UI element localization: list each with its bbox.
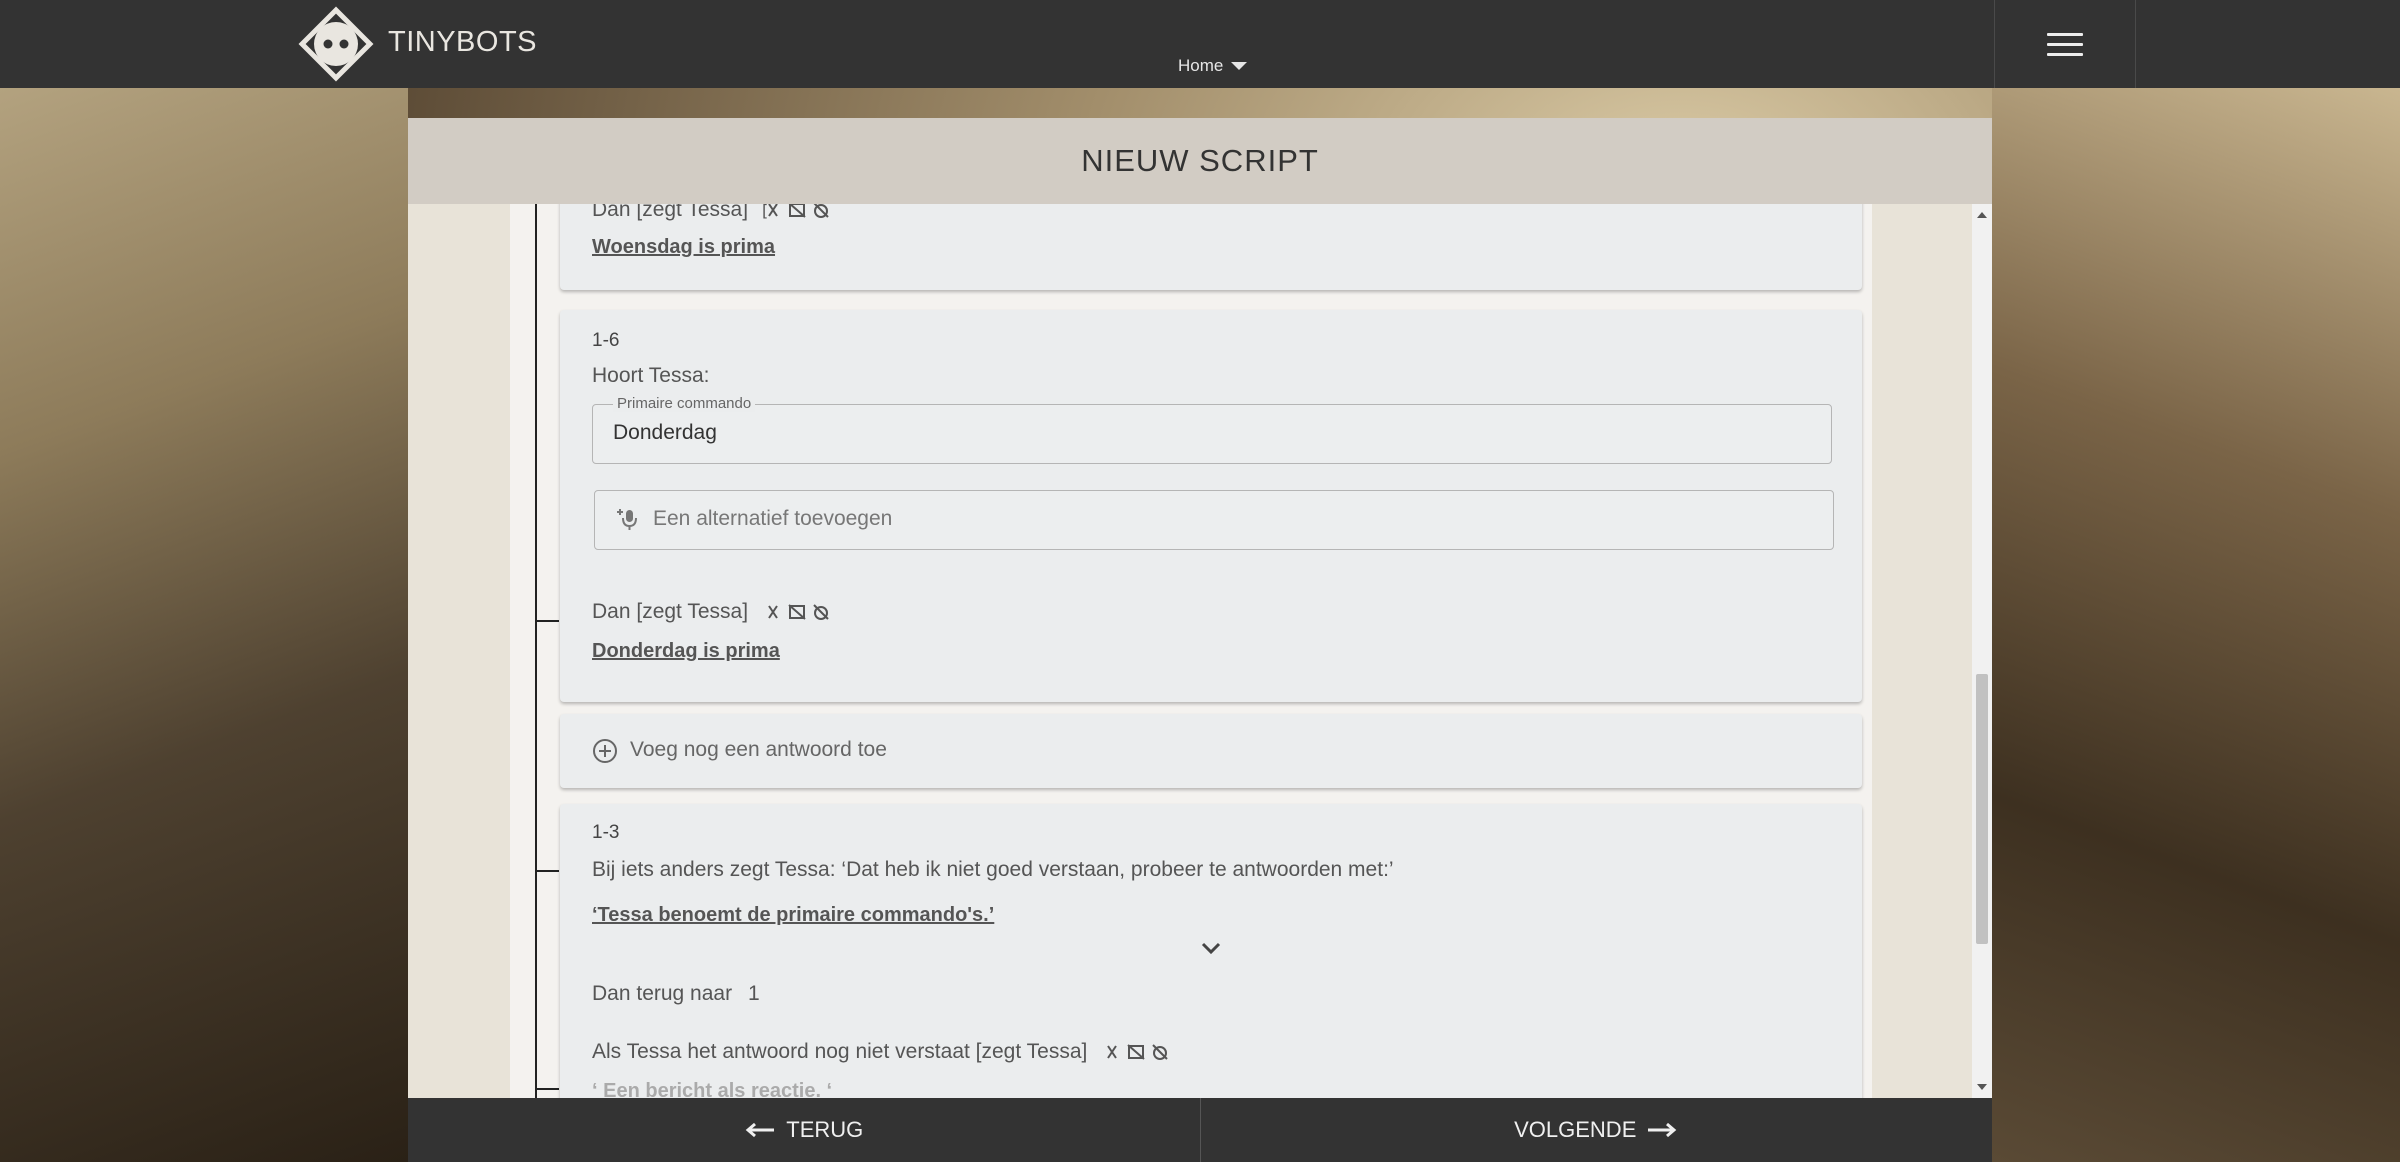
no-timer-icon[interactable] [810,602,832,622]
not-understood-label: Als Tessa het antwoord nog niet verstaat… [592,1040,1088,1063]
add-answer-label: Voeg nog een antwoord toe [630,738,887,761]
scroll-up-icon[interactable] [1977,212,1987,218]
response-icons [1101,1042,1171,1062]
tree-connector-line [535,204,537,1098]
primary-command-field[interactable]: Primaire commando Donderdag [592,395,1832,464]
no-dance-icon[interactable] [762,602,784,622]
primary-command-value: Donderdag [613,421,717,444]
response-icons: [ [762,204,832,220]
top-navbar: TINYBOTS Home [0,0,2400,88]
home-dropdown[interactable]: Home [1178,56,1248,76]
next-button[interactable]: VOLGENDE [1199,1098,1993,1162]
alternative-placeholder: Een alternatief toevoegen [653,507,893,530]
goto-label: Dan terug naar [592,982,733,1005]
no-dance-icon[interactable]: [ [762,204,784,220]
says-label: Dan [zegt Tessa] [592,204,749,221]
footer-nav: TERUG VOLGENDE [408,1098,1992,1162]
back-button[interactable]: TERUG [408,1098,1200,1162]
back-label: TERUG [786,1117,864,1142]
add-answer-button[interactable]: Voeg nog een antwoord toe [560,714,1862,788]
arrow-right-icon [1648,1122,1677,1138]
no-timer-icon[interactable] [810,204,832,220]
reaction-placeholder[interactable]: ‘ Een bericht als reactie. ‘ [592,1080,832,1098]
hamburger-menu-icon [2047,33,2083,57]
background-right [1992,88,2400,1162]
caret-down-icon [1231,62,1248,70]
svg-text:[: [ [762,204,768,220]
no-timer-icon[interactable] [1149,1042,1171,1062]
scrollbar-thumb[interactable] [1976,674,1988,944]
primary-commands-text[interactable]: ‘Tessa benoemt de primaire commando's.’ [592,904,994,927]
primary-command-label: Primaire commando [613,395,756,412]
node-id: 1-6 [592,330,620,351]
tree-tick [535,620,559,622]
tree-tick [535,1088,559,1090]
response-card-previous: Dan [zegt Tessa] [ Woensdag is prima [560,204,1862,290]
menu-button[interactable] [1994,0,2136,88]
fallback-text: Bij iets anders zegt Tessa: ‘Dat heb ik … [592,858,1394,881]
brand-name[interactable]: TINYBOTS [388,26,537,59]
add-mic-icon [617,509,637,530]
background-left [0,88,408,1162]
hears-label: Hoort Tessa: [592,364,710,387]
no-dance-icon[interactable] [1101,1042,1123,1062]
goto-target[interactable]: 1 [748,982,760,1005]
tinybots-logo-icon[interactable] [298,6,374,82]
add-circle-icon [593,739,617,763]
no-image-icon[interactable] [1125,1042,1147,1062]
says-label: Dan [zegt Tessa] [592,600,749,623]
node-id: 1-3 [592,822,620,843]
no-image-icon[interactable] [786,204,808,220]
page-title: NIEUW SCRIPT [408,118,1992,204]
next-label: VOLGENDE [1514,1117,1637,1142]
response-text[interactable]: Donderdag is prima [592,640,780,663]
vertical-scrollbar[interactable] [1972,204,1992,1098]
scroll-down-icon[interactable] [1977,1084,1987,1090]
tree-tick [535,870,559,872]
alternative-input[interactable]: Een alternatief toevoegen [594,490,1834,550]
answer-card-1-6: 1-6 Hoort Tessa: Primaire commando Donde… [560,310,1862,702]
response-text[interactable]: Woensdag is prima [592,236,775,259]
script-panel: NIEUW SCRIPT Dan [zegt Tessa] [ Woensdag… [408,118,1992,1162]
home-label: Home [1178,56,1224,75]
no-image-icon[interactable] [786,602,808,622]
script-scroll-area[interactable]: Dan [zegt Tessa] [ Woensdag is prima 1-6… [408,204,1992,1098]
arrow-left-icon [745,1122,775,1138]
chevron-down-icon[interactable] [1200,940,1222,956]
fallback-card-1-3: 1-3 Bij iets anders zegt Tessa: ‘Dat heb… [560,804,1862,1098]
response-icons [762,602,832,622]
